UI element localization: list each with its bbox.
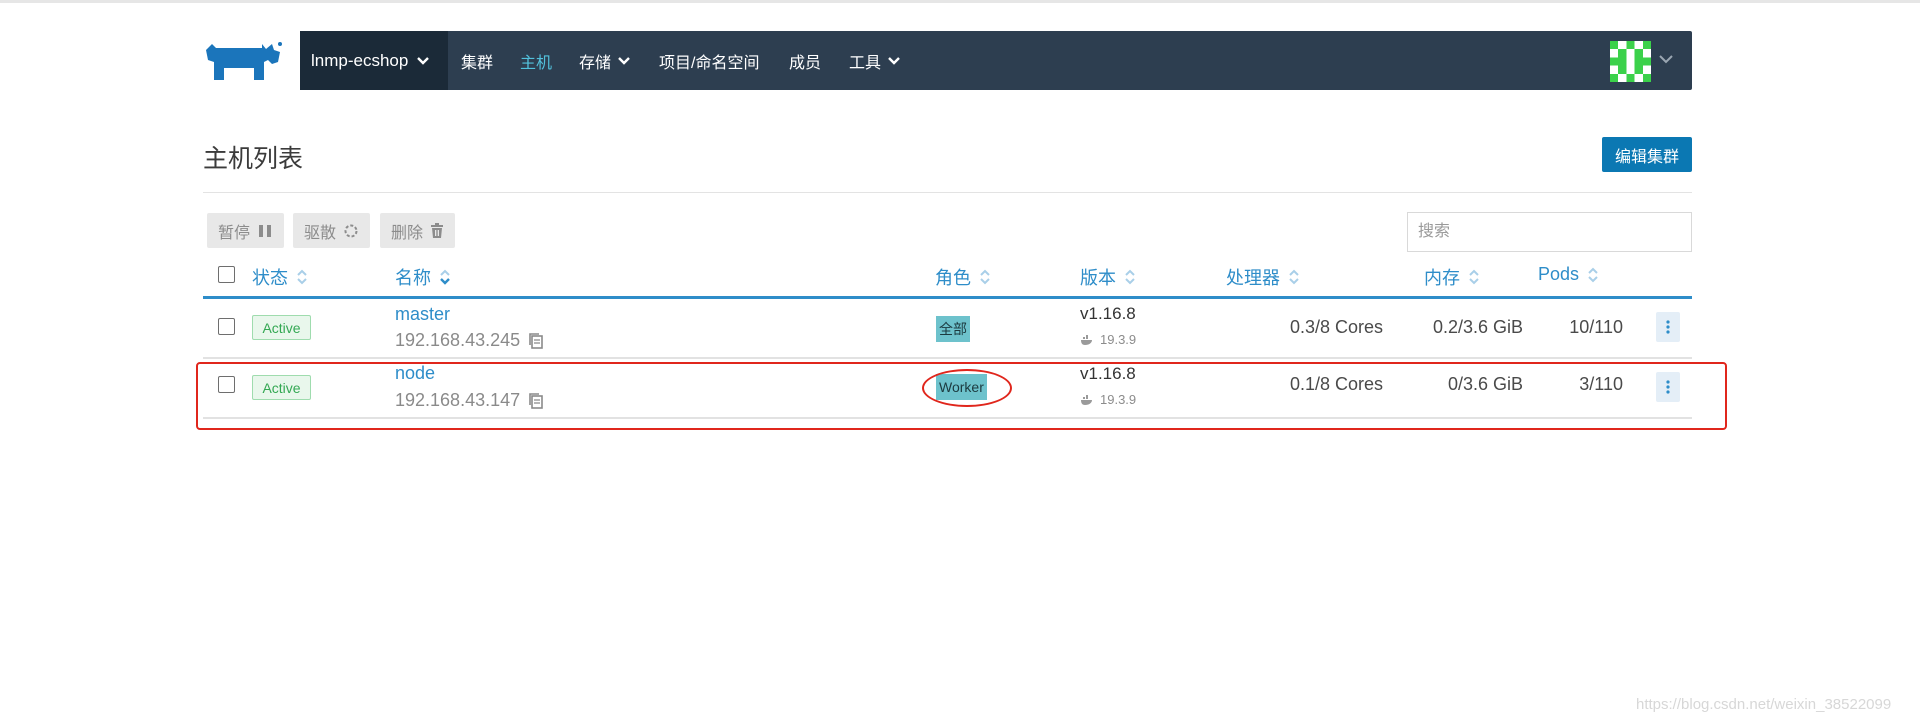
drain-label: 驱散 [304,224,337,242]
column-version-label: 版本 [1080,268,1116,288]
nav-projects-label: 项目/命名空间 [659,54,760,72]
top-border [0,0,1920,3]
kube-version: v1.16.8 [1080,304,1136,323]
column-memory[interactable]: 内存 [1424,264,1480,290]
chevron-down-icon[interactable] [1658,53,1674,65]
nav-tools-label: 工具 [849,54,882,72]
divider [203,192,1692,193]
pods-usage: 3/110 [1579,374,1623,394]
row-checkbox[interactable] [218,318,235,335]
chevron-down-icon [417,56,430,65]
docker-version-text: 19.3.9 [1100,392,1137,407]
nav-nodes-label: 主机 [520,54,553,72]
refresh-icon [343,223,359,239]
nav-tools[interactable]: 工具 [849,31,901,90]
pause-icon [257,223,273,239]
column-pods-label: Pods [1538,264,1580,284]
table-header: 状态 名称 角色 版本 处理器 内存 Pods [203,258,1692,298]
column-state-label: 状态 [252,268,288,288]
docker-version-text: 19.3.9 [1100,332,1137,347]
table-row: Active master 192.168.43.245 全部 v1.16.8 … [203,299,1692,359]
sort-icon [297,269,307,285]
cpu-usage: 0.3/8 Cores [1289,317,1383,337]
docker-version: 19.3.9 [1080,392,1136,407]
select-all-checkbox[interactable] [218,266,235,283]
chevron-down-icon [888,56,900,65]
column-cpu[interactable]: 处理器 [1226,264,1300,290]
column-name[interactable]: 名称 [395,264,451,290]
column-roles[interactable]: 角色 [935,264,991,290]
nav-projects-namespaces[interactable]: 项目/命名空间 [659,31,759,90]
docker-icon [1080,334,1094,345]
host-name-link[interactable]: master [395,304,450,325]
edit-cluster-button[interactable]: 编辑集群 [1602,137,1692,172]
sort-icon [980,269,990,285]
cluster-switcher[interactable]: lnmp-ecshop [300,31,448,90]
column-name-label: 名称 [395,268,431,288]
role-badge: 全部 [936,316,970,342]
row-actions-menu[interactable] [1656,372,1680,402]
row-actions-menu[interactable] [1656,312,1680,342]
watermark: https://blog.csdn.net/weixin_38522099 [1636,696,1892,713]
row-divider [203,417,1692,419]
pods-usage: 10/110 [1569,317,1623,337]
kube-version: v1.16.8 [1080,364,1136,383]
column-version[interactable]: 版本 [1080,264,1136,290]
pause-button[interactable]: 暂停 [207,213,285,248]
user-avatar[interactable] [1610,41,1651,82]
copy-icon[interactable] [528,392,544,410]
sort-desc-icon [440,269,450,285]
delete-button[interactable]: 删除 [380,213,456,248]
sort-icon [1289,269,1299,285]
memory-usage: 0/3.6 GiB [1447,374,1523,394]
column-cpu-label: 处理器 [1226,268,1280,288]
host-ip-text: 192.168.43.147 [395,390,521,410]
docker-version: 19.3.9 [1080,332,1136,347]
row-checkbox[interactable] [218,376,235,393]
status-badge: Active [252,375,311,400]
host-ip-text: 192.168.43.245 [395,330,521,350]
docker-icon [1080,394,1094,405]
pause-label: 暂停 [218,224,251,242]
status-badge: Active [252,315,311,340]
top-navbar: lnmp-ecshop 集群 主机 存储 项目/命名空间 成员 工具 [300,31,1692,90]
nav-members-label: 成员 [789,54,822,72]
role-badge: Worker [936,374,987,400]
cluster-name: lnmp-ecshop [311,50,409,70]
nav-cluster[interactable]: 集群 [461,31,493,90]
host-ip: 192.168.43.245 [395,330,544,351]
trash-icon [430,222,444,239]
chevron-down-icon [618,56,630,65]
table-row: Active node 192.168.43.147 Worker v1.16.… [203,359,1692,419]
nav-nodes[interactable]: 主机 [520,31,552,90]
copy-icon[interactable] [528,332,544,350]
host-ip: 192.168.43.147 [395,390,544,411]
nav-cluster-label: 集群 [461,54,494,72]
search-input[interactable] [1407,212,1692,252]
page-title: 主机列表 [203,145,304,173]
rancher-logo-icon[interactable] [202,40,284,82]
more-vertical-icon [1666,320,1670,334]
drain-button[interactable]: 驱散 [293,213,371,248]
nav-storage-label: 存储 [579,54,612,72]
host-name-link[interactable]: node [395,363,435,384]
nav-storage[interactable]: 存储 [579,31,631,90]
memory-usage: 0.2/3.6 GiB [1432,317,1523,337]
column-roles-label: 角色 [935,268,971,288]
delete-label: 删除 [391,224,424,242]
sort-icon [1125,269,1135,285]
more-vertical-icon [1666,380,1670,394]
column-memory-label: 内存 [1424,268,1460,288]
nav-members[interactable]: 成员 [789,31,821,90]
sort-icon [1469,269,1479,285]
cpu-usage: 0.1/8 Cores [1289,374,1383,394]
column-state[interactable]: 状态 [252,264,308,290]
column-pods[interactable]: Pods [1538,264,1599,285]
sort-icon [1588,267,1598,282]
